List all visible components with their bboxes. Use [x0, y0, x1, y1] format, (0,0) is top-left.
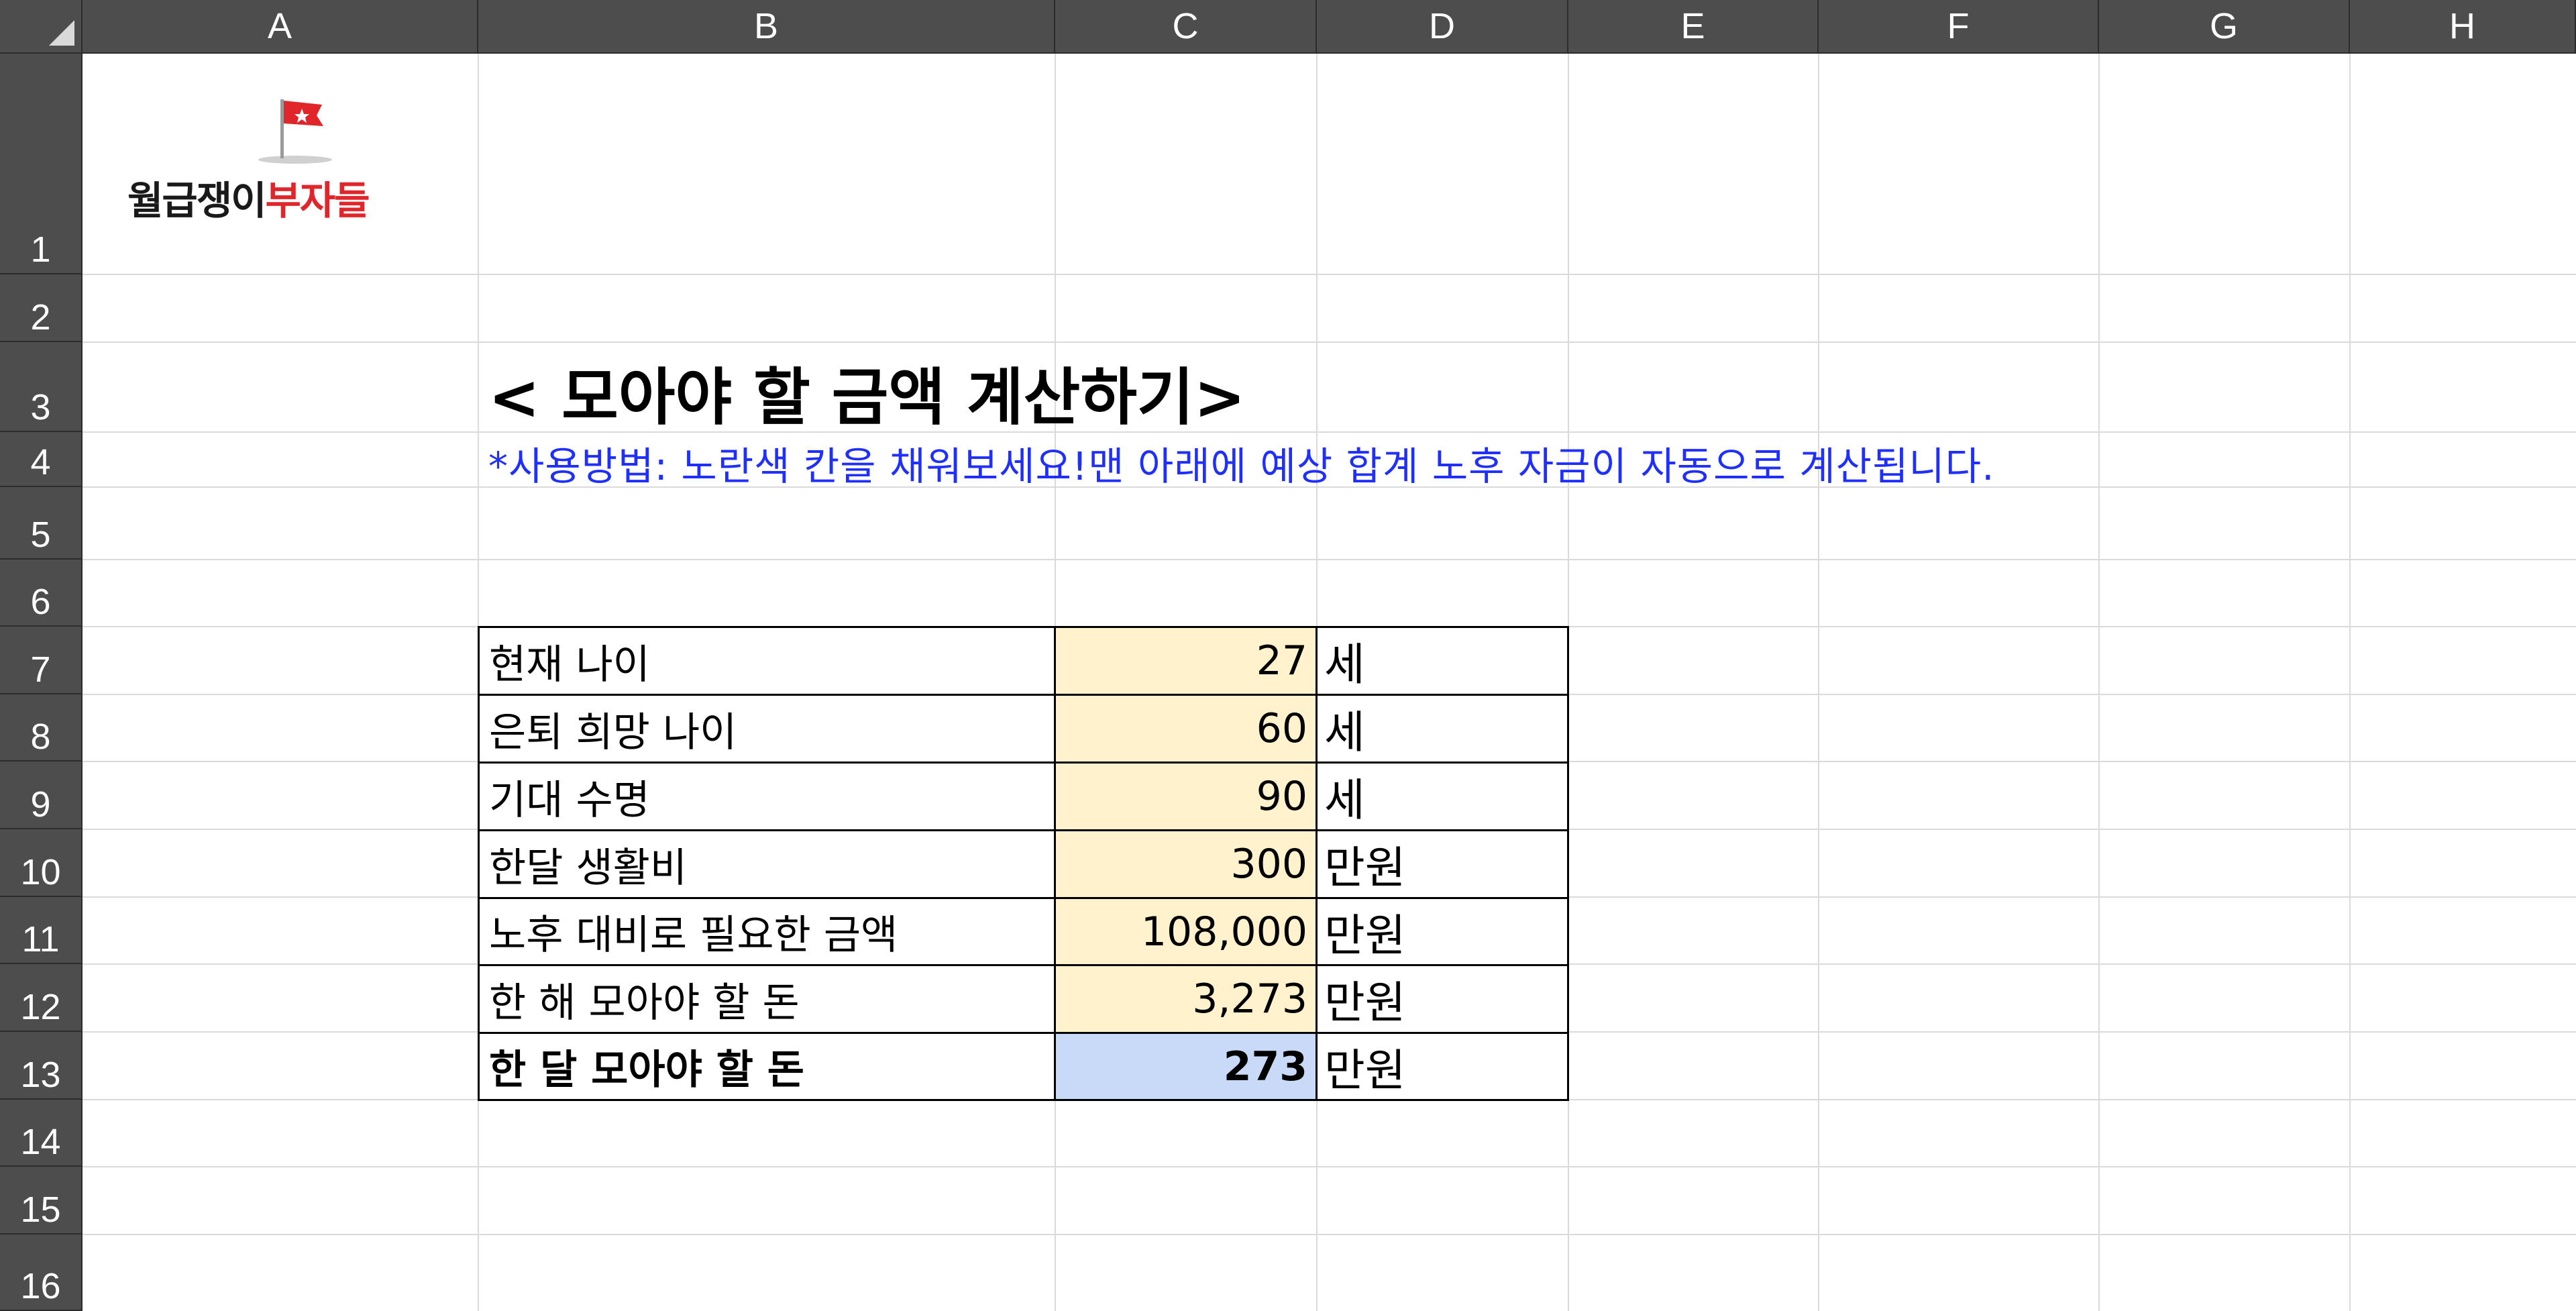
column-header-d[interactable]: D	[1317, 0, 1568, 54]
column-header-h[interactable]: H	[2350, 0, 2576, 54]
gridline	[83, 1166, 2576, 1167]
label-cell-current-age[interactable]: 현재 나이	[478, 626, 1056, 696]
unit-cell-retire-age[interactable]: 세	[1316, 694, 1569, 764]
row-header-12[interactable]: 12	[0, 964, 83, 1032]
row-header-8[interactable]: 8	[0, 694, 83, 762]
gridline	[83, 1234, 2576, 1235]
unit-cell-monthly-expense[interactable]: 만원	[1316, 829, 1569, 899]
value-cell-yearly-saving[interactable]: 3,273	[1054, 964, 1318, 1034]
spreadsheet: A B C D E F G H 1 2 3 4 5 6 7 8 9 10 11 …	[0, 0, 2576, 1311]
unit-cell-retirement-need[interactable]: 만원	[1316, 897, 1569, 966]
value-cell-retirement-need[interactable]: 108,000	[1054, 897, 1318, 966]
gridline	[83, 431, 2576, 433]
label-cell-retire-age[interactable]: 은퇴 희망 나이	[478, 694, 1056, 764]
gridline	[83, 342, 2576, 343]
row-header-3[interactable]: 3	[0, 342, 83, 432]
page-title: < 모아야 할 금액 계산하기>	[488, 362, 1246, 433]
row-header-6[interactable]: 6	[0, 560, 83, 627]
row-header-15[interactable]: 15	[0, 1167, 83, 1235]
unit-cell-yearly-saving[interactable]: 만원	[1316, 964, 1569, 1034]
column-header-g[interactable]: G	[2099, 0, 2350, 54]
result-cell-monthly-saving[interactable]: 273	[1054, 1032, 1318, 1101]
logo-text-red: 부자들	[265, 178, 370, 223]
row-header-4[interactable]: 4	[0, 432, 83, 487]
row-header-7[interactable]: 7	[0, 627, 83, 694]
label-cell-life-expectancy[interactable]: 기대 수명	[478, 762, 1056, 831]
row-header-14[interactable]: 14	[0, 1100, 83, 1167]
gridline	[1818, 54, 1819, 1311]
label-cell-monthly-saving[interactable]: 한 달 모아야 할 돈	[478, 1032, 1056, 1101]
logo-text: 월급쟁이부자들	[127, 169, 370, 225]
row-header-5[interactable]: 5	[0, 487, 83, 560]
input-cell-life-expectancy[interactable]: 90	[1054, 762, 1318, 831]
column-header-c[interactable]: C	[1055, 0, 1317, 54]
input-cell-retire-age[interactable]: 60	[1054, 694, 1318, 764]
row-header-11[interactable]: 11	[0, 897, 83, 964]
instruction-text: *사용방법: 노란색 칸을 채워보세요!맨 아래에 예상 합계 노후 자금이 자…	[488, 443, 1995, 489]
gridline	[83, 274, 2576, 275]
label-cell-retirement-need[interactable]: 노후 대비로 필요한 금액	[478, 897, 1056, 966]
row-header-13[interactable]: 13	[0, 1032, 83, 1100]
row-header-16[interactable]: 16	[0, 1235, 83, 1311]
column-header-b[interactable]: B	[478, 0, 1055, 54]
column-header-f[interactable]: F	[1819, 0, 2099, 54]
gridline	[83, 559, 2576, 560]
logo-text-dark: 월급쟁이	[127, 178, 266, 223]
input-cell-monthly-expense[interactable]: 300	[1054, 829, 1318, 899]
select-all-corner[interactable]	[0, 0, 83, 54]
select-all-icon	[49, 20, 74, 46]
gridline	[2098, 54, 2100, 1311]
input-cell-current-age[interactable]: 27	[1054, 626, 1318, 696]
flag-icon	[258, 99, 332, 164]
row-header-1[interactable]: 1	[0, 54, 83, 274]
label-cell-monthly-expense[interactable]: 한달 생활비	[478, 829, 1056, 899]
unit-cell-life-expectancy[interactable]: 세	[1316, 762, 1569, 831]
logo: 월급쟁이부자들	[127, 87, 409, 223]
label-cell-yearly-saving[interactable]: 한 해 모아야 할 돈	[478, 964, 1056, 1034]
unit-cell-monthly-saving[interactable]: 만원	[1316, 1032, 1569, 1101]
row-header-2[interactable]: 2	[0, 274, 83, 342]
row-header-10[interactable]: 10	[0, 829, 83, 897]
row-header-9[interactable]: 9	[0, 762, 83, 829]
gridline	[2349, 54, 2351, 1311]
column-header-e[interactable]: E	[1568, 0, 1819, 54]
column-header-a[interactable]: A	[83, 0, 478, 54]
unit-cell-current-age[interactable]: 세	[1316, 626, 1569, 696]
